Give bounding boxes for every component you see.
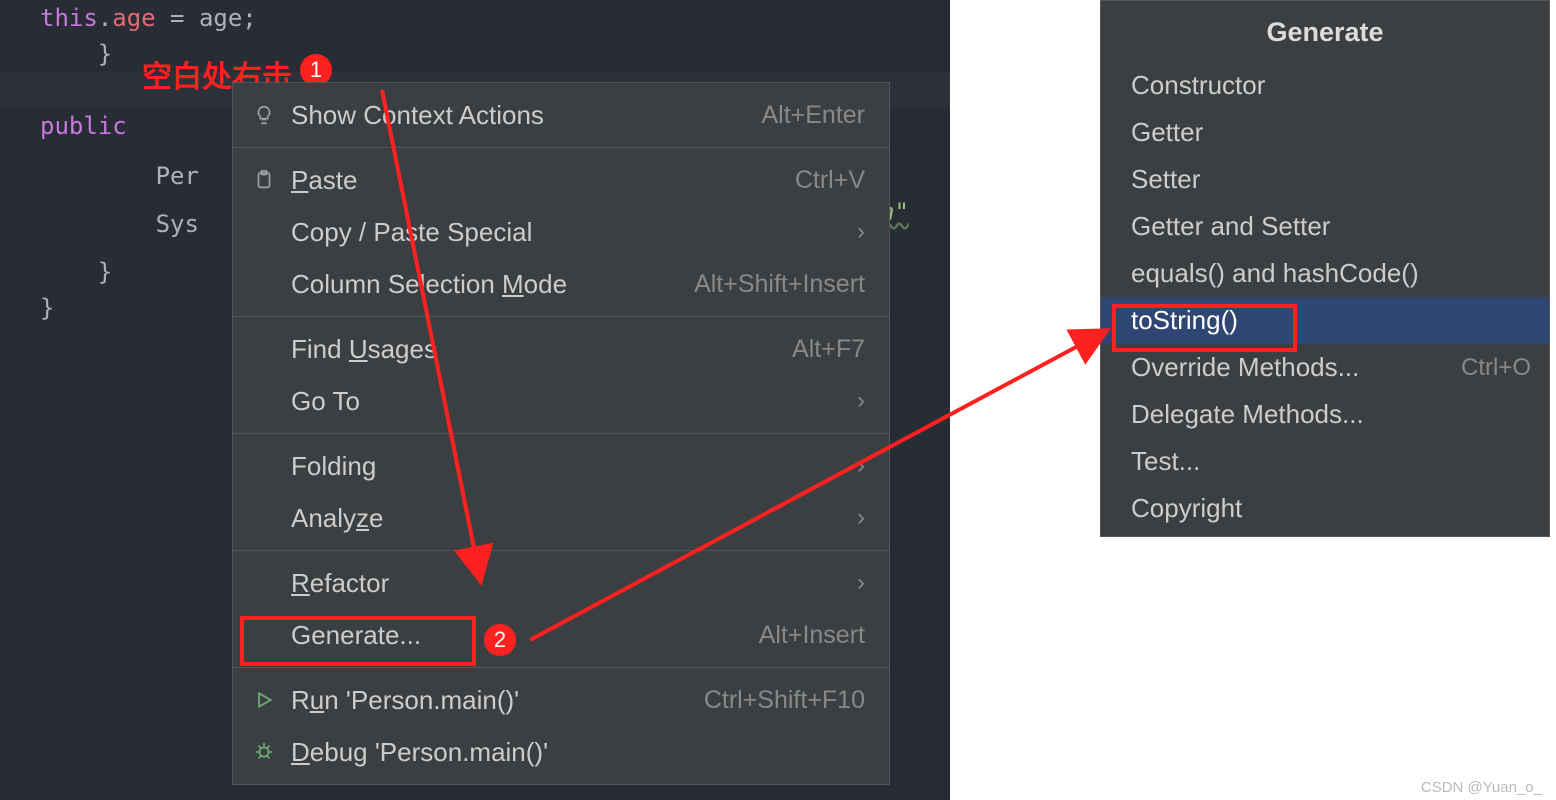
menu-separator <box>233 433 889 434</box>
clipboard-icon <box>249 165 279 195</box>
menu-item-find-usages[interactable]: Find Usages Alt+F7 <box>233 323 889 375</box>
menu item-refactor[interactable]: Refactor › <box>233 557 889 609</box>
editor-context-menu: Show Context Actions Alt+Enter Paste Ctr… <box>232 82 890 785</box>
menu-item-copy-paste-special[interactable]: Copy / Paste Special › <box>233 206 889 258</box>
menu-item-paste[interactable]: Paste Ctrl+V <box>233 154 889 206</box>
menu-shortcut: Alt+Shift+Insert <box>694 270 865 299</box>
menu-label: Show Context Actions <box>291 100 761 131</box>
popup-item-copyright[interactable]: Copyright <box>1101 485 1549 532</box>
chevron-right-icon: › <box>857 504 865 532</box>
menu-label: Refactor <box>291 568 857 599</box>
menu-item-run[interactable]: Run 'Person.main()' Ctrl+Shift+F10 <box>233 674 889 726</box>
popup-item-constructor[interactable]: Constructor <box>1101 62 1549 109</box>
popup-item-setter[interactable]: Setter <box>1101 156 1549 203</box>
menu-label: Run 'Person.main()' <box>291 685 704 716</box>
annotation-box-generate <box>240 616 476 666</box>
chevron-right-icon: › <box>857 452 865 480</box>
menu-label: Analyze <box>291 503 857 534</box>
menu-shortcut: Alt+F7 <box>792 335 865 364</box>
annotation-box-tostring <box>1112 304 1297 352</box>
annotation-badge-2: 2 <box>484 624 516 656</box>
popup-title: Generate <box>1101 5 1549 62</box>
popup-item-getter[interactable]: Getter <box>1101 109 1549 156</box>
menu-item-folding[interactable]: Folding › <box>233 440 889 492</box>
chevron-right-icon: › <box>857 387 865 415</box>
menu-label: Folding <box>291 451 857 482</box>
generate-popup: Generate Constructor Getter Setter Gette… <box>1100 0 1550 537</box>
menu-label: Debug 'Person.main()' <box>291 737 865 768</box>
popup-item-equals-hashcode[interactable]: equals() and hashCode() <box>1101 250 1549 297</box>
menu-item-debug[interactable]: Debug 'Person.main()' <box>233 726 889 778</box>
menu-label: Copy / Paste Special <box>291 217 857 248</box>
debug-icon <box>249 737 279 767</box>
menu-shortcut: Alt+Insert <box>759 621 865 650</box>
menu-label: Find Usages <box>291 334 792 365</box>
menu-shortcut: Ctrl+Shift+F10 <box>704 686 865 715</box>
menu-separator <box>233 667 889 668</box>
popup-item-getter-and-setter[interactable]: Getter and Setter <box>1101 203 1549 250</box>
menu-item-column-selection[interactable]: Column Selection Mode Alt+Shift+Insert <box>233 258 889 310</box>
menu-item-show-context-actions[interactable]: Show Context Actions Alt+Enter <box>233 89 889 141</box>
menu-label: Paste <box>291 165 795 196</box>
menu-separator <box>233 550 889 551</box>
chevron-right-icon: › <box>857 218 865 246</box>
menu-label: Column Selection Mode <box>291 269 694 300</box>
menu-item-go-to[interactable]: Go To › <box>233 375 889 427</box>
popup-item-test[interactable]: Test... <box>1101 438 1549 485</box>
chevron-right-icon: › <box>857 569 865 597</box>
menu-shortcut: Ctrl+V <box>795 166 865 195</box>
menu-item-analyze[interactable]: Analyze › <box>233 492 889 544</box>
menu-label: Go To <box>291 386 857 417</box>
code-line: this.age = age; <box>0 0 950 36</box>
menu-separator <box>233 316 889 317</box>
bulb-icon <box>249 100 279 130</box>
watermark: CSDN @Yuan_o_ <box>1421 779 1542 796</box>
menu-shortcut: Alt+Enter <box>761 101 865 130</box>
menu-separator <box>233 147 889 148</box>
popup-item-delegate-methods[interactable]: Delegate Methods... <box>1101 391 1549 438</box>
run-icon <box>249 685 279 715</box>
